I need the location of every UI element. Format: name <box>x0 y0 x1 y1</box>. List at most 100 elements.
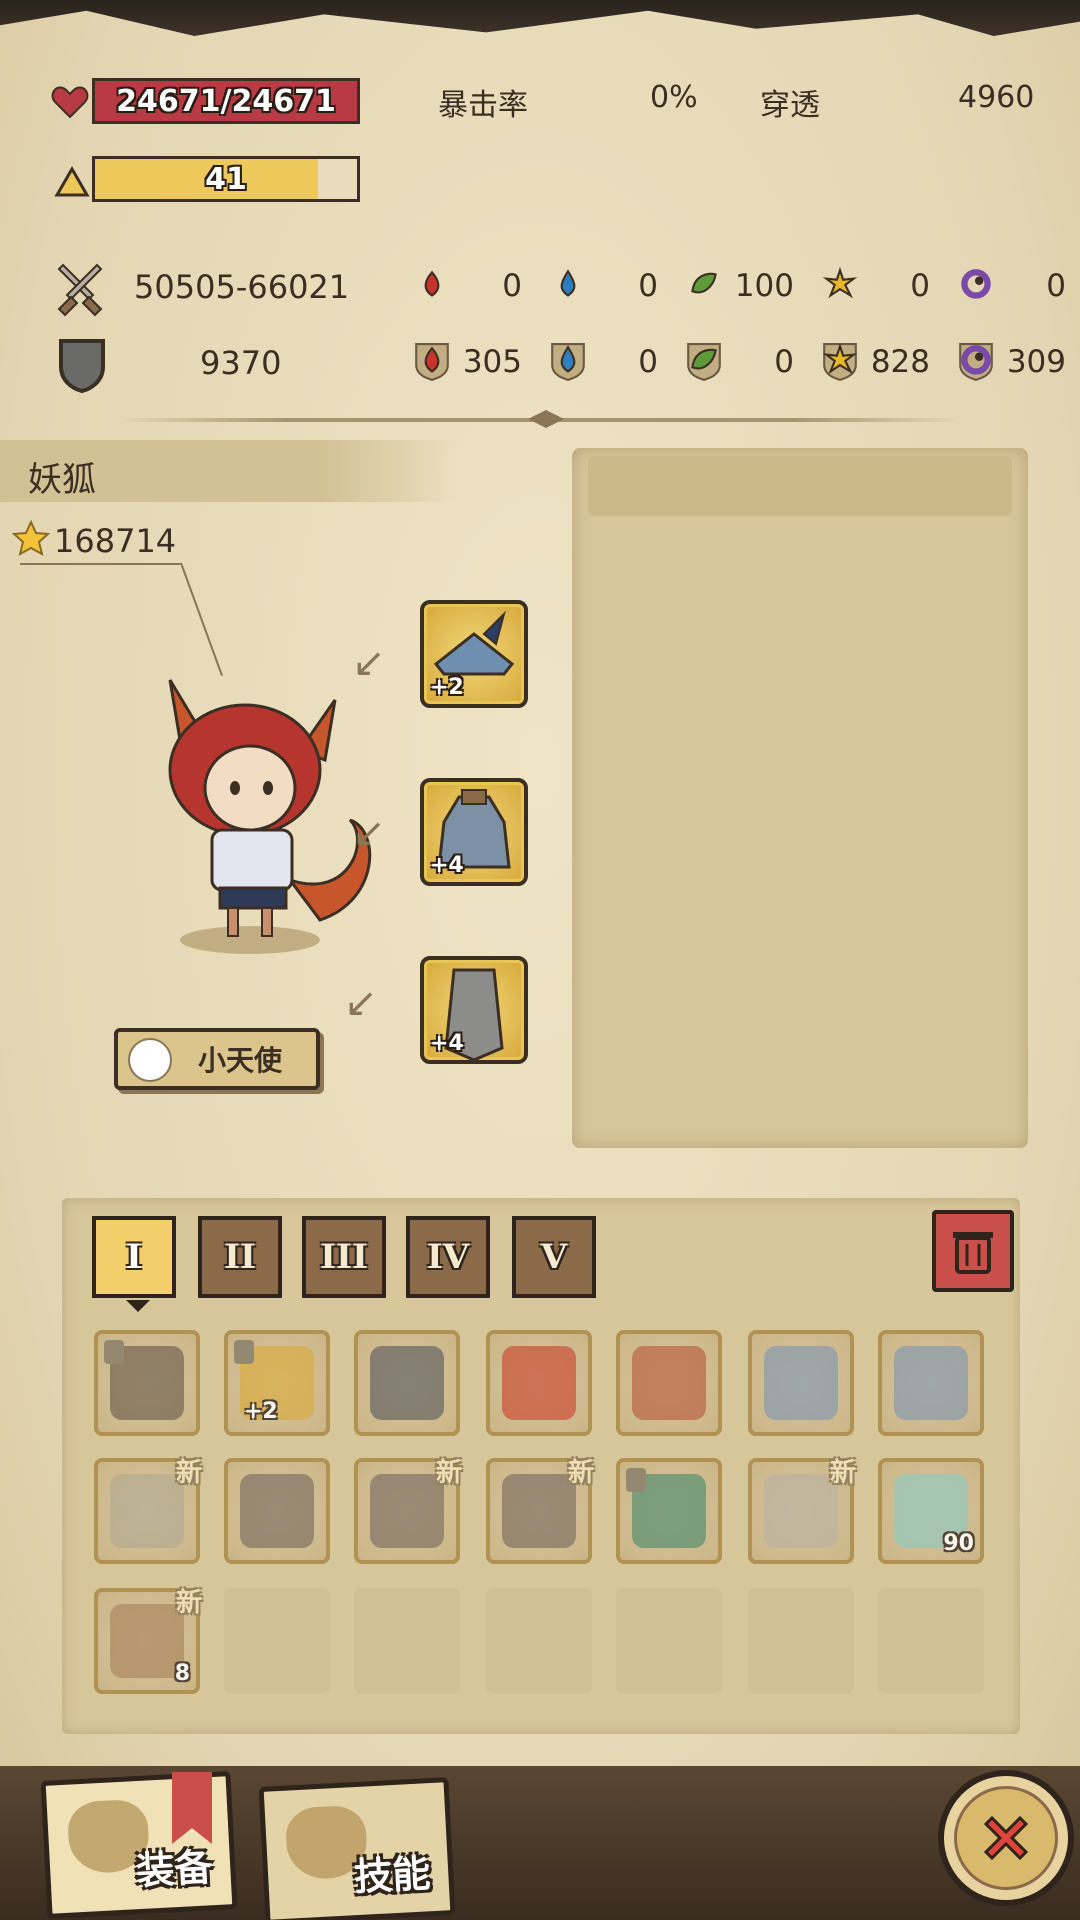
armor-plus-level: +4 <box>430 853 464 878</box>
wing-icon <box>128 1038 172 1082</box>
close-button[interactable] <box>938 1770 1074 1906</box>
character-screen: 24671/24671 41 暴击率 0% 穿透 4960 50505-6602… <box>0 0 1080 1920</box>
level-triangle-icon <box>52 162 92 202</box>
trash-button[interactable] <box>932 1210 1014 1292</box>
helmet-plus-level: +2 <box>430 675 464 700</box>
divider-ornament <box>528 410 564 428</box>
title-label: 小天使 <box>197 1044 282 1077</box>
gauntlet-icon <box>764 1474 838 1548</box>
item-plus-level: +2 <box>244 1399 278 1424</box>
water-attack-icon <box>548 264 588 308</box>
pierce-value: 4960 <box>958 80 1035 115</box>
water-attack-value: 0 <box>638 268 658 304</box>
new-badge: 新 <box>567 1458 594 1488</box>
inventory-item-helmet[interactable] <box>354 1330 460 1436</box>
water-defense-value: 0 <box>638 344 658 380</box>
new-badge: 新 <box>829 1458 856 1488</box>
inventory-item-chest-armor[interactable]: 新 <box>94 1458 202 1564</box>
detail-panel <box>572 448 1028 1148</box>
inventory-item-boots[interactable] <box>224 1458 330 1564</box>
inventory-item-spiked-armor[interactable] <box>616 1330 722 1436</box>
torn-top-edge <box>0 0 1080 36</box>
shield-icon <box>56 336 108 394</box>
chest-armor-icon <box>110 1474 184 1548</box>
helmet-icon <box>370 1346 444 1420</box>
inventory-item-sword[interactable] <box>94 1330 200 1436</box>
nature-defense-icon <box>684 340 724 384</box>
character-name: 妖狐 <box>28 460 96 500</box>
light-attack-value: 0 <box>910 268 930 304</box>
skill-tab-label: 技能 <box>353 1851 432 1900</box>
dark-attack-value: 0 <box>1046 268 1066 304</box>
new-badge: 新 <box>435 1458 462 1488</box>
power-value: 168714 <box>54 522 177 560</box>
fire-attack-value: 0 <box>502 268 522 304</box>
title-button[interactable]: 小天使 <box>114 1028 320 1090</box>
cloak-plus-level: +4 <box>430 1031 464 1056</box>
inventory-item-chest-box[interactable]: 新8 <box>94 1588 202 1694</box>
new-badge: 新 <box>175 1458 202 1488</box>
fire-defense-value: 305 <box>462 344 522 380</box>
dark-defense-icon <box>956 340 996 384</box>
inventory-item-plate-armor[interactable] <box>748 1330 854 1436</box>
inventory-empty-slot[interactable] <box>354 1588 460 1694</box>
hp-bar: 24671/24671 <box>92 78 360 124</box>
trash-icon <box>953 1232 993 1274</box>
inventory-empty-slot[interactable] <box>616 1588 722 1694</box>
inventory-empty-slot[interactable] <box>224 1588 330 1694</box>
plate-armor-icon <box>764 1346 838 1420</box>
nature-defense-value: 0 <box>774 344 794 380</box>
inventory-tab-5[interactable]: V <box>512 1216 596 1298</box>
arrow-to-armor: ↙ <box>352 810 386 856</box>
close-icon <box>983 1815 1029 1861</box>
fire-attack-icon <box>412 264 452 308</box>
equipped-armor-slot[interactable]: +4 <box>420 778 528 886</box>
inventory-item-fire-emblem[interactable] <box>486 1330 592 1436</box>
inventory-item-plate-armor[interactable] <box>878 1330 984 1436</box>
pierce-label: 穿透 <box>760 88 820 123</box>
crit-value: 0% <box>650 80 698 115</box>
plate-armor-icon <box>894 1346 968 1420</box>
skill-tab[interactable]: 技能 <box>258 1777 456 1920</box>
item-count: 90 <box>943 1531 974 1556</box>
inventory-tab-1[interactable]: I <box>92 1216 176 1312</box>
character-portrait[interactable] <box>150 660 380 960</box>
inventory-item-claw-glove[interactable] <box>616 1458 722 1564</box>
new-badge: 新 <box>175 1588 202 1618</box>
lock-icon <box>626 1468 646 1492</box>
leader-line <box>20 563 180 565</box>
equipped-helmet-slot[interactable]: +2 <box>420 600 528 708</box>
crossed-swords-icon <box>52 262 108 318</box>
boots-icon <box>370 1474 444 1548</box>
dark-defense-value: 309 <box>1006 344 1066 380</box>
star-icon <box>11 519 51 560</box>
inventory-item-potion[interactable]: 90 <box>878 1458 984 1564</box>
inventory-tab-4[interactable]: IV <box>406 1216 490 1298</box>
inventory-item-crown[interactable]: +2 <box>224 1330 330 1436</box>
inventory-tab-3[interactable]: III <box>302 1216 386 1298</box>
inventory-empty-slot[interactable] <box>878 1588 984 1694</box>
heart-icon <box>50 82 90 122</box>
arrow-to-helmet: ↙ <box>352 640 386 686</box>
equipped-cloak-slot[interactable]: +4 <box>420 956 528 1064</box>
inventory-tab-2[interactable]: II <box>198 1216 282 1298</box>
nature-attack-value: 100 <box>734 268 794 304</box>
dark-attack-icon <box>956 264 996 308</box>
inventory-item-gauntlet[interactable]: 新 <box>748 1458 856 1564</box>
inventory-item-boots[interactable]: 新 <box>354 1458 462 1564</box>
hp-text: 24671/24671 <box>116 83 336 119</box>
light-defense-icon <box>820 340 860 384</box>
attack-value: 50505-66021 <box>134 268 350 306</box>
boots-icon <box>502 1474 576 1548</box>
level-bar: 41 <box>92 156 360 202</box>
lock-icon <box>104 1340 124 1364</box>
inventory-empty-slot[interactable] <box>748 1588 854 1694</box>
crit-label: 暴击率 <box>438 88 528 123</box>
inventory-item-boots[interactable]: 新 <box>486 1458 594 1564</box>
inventory-empty-slot[interactable] <box>486 1588 592 1694</box>
water-defense-icon <box>548 340 588 384</box>
equip-tab-label: 装备 <box>135 1845 214 1894</box>
level-text: 41 <box>205 161 247 197</box>
fire-emblem-icon <box>502 1346 576 1420</box>
detail-panel-header <box>588 456 1012 516</box>
